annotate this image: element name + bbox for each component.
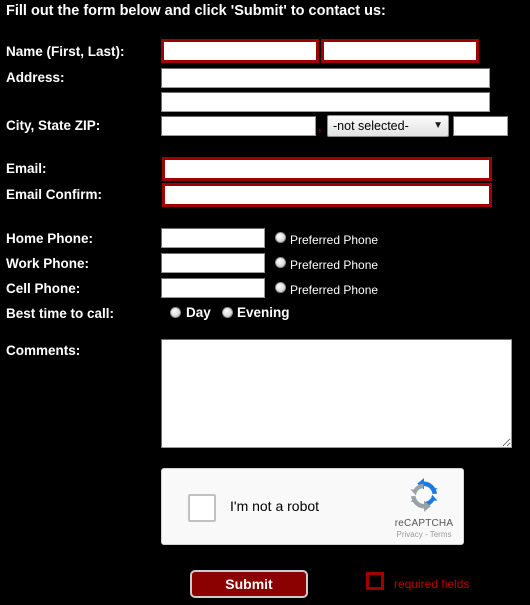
email-confirm-label: Email Confirm: [6, 187, 103, 202]
city-state-zip-label: City, State ZIP: [6, 118, 101, 133]
home-phone-preferred-radio[interactable] [275, 232, 286, 243]
submit-button[interactable]: Submit [190, 570, 308, 598]
cell-phone-input[interactable] [161, 278, 265, 298]
work-phone-input[interactable] [161, 253, 265, 273]
comments-label: Comments: [6, 343, 81, 358]
recaptcha-brand-label: reCAPTCHA [394, 518, 454, 529]
city-input[interactable] [161, 116, 316, 136]
best-time-day-radio[interactable] [170, 307, 181, 318]
address-line2-input[interactable] [161, 92, 490, 112]
recaptcha-logo-icon [410, 478, 438, 512]
home-phone-preferred-label: Preferred Phone [290, 233, 379, 247]
best-time-label: Best time to call: [6, 306, 115, 321]
cell-phone-preferred-label: Preferred Phone [290, 283, 379, 297]
required-fields-note: required fields [394, 577, 470, 591]
cell-phone-preferred-radio[interactable] [275, 282, 286, 293]
required-field-swatch [366, 572, 384, 590]
recaptcha-widget[interactable]: I'm not a robot reCAPTCHA Privacy - Term… [161, 468, 464, 545]
contact-form-page: Fill out the form below and click 'Submi… [0, 0, 530, 605]
recaptcha-branding: reCAPTCHA Privacy - Terms [394, 477, 454, 539]
address-line1-input[interactable] [161, 68, 490, 88]
name-label: Name (First, Last): [6, 44, 125, 59]
best-time-evening-radio[interactable] [222, 307, 233, 318]
email-input[interactable] [162, 157, 492, 181]
home-phone-label: Home Phone: [6, 231, 94, 246]
state-select[interactable]: -not selected- ▼ [327, 115, 449, 137]
recaptcha-terms-link[interactable]: Privacy - Terms [394, 530, 454, 539]
email-label: Email: [6, 161, 47, 176]
work-phone-label: Work Phone: [6, 256, 90, 271]
work-phone-preferred-label: Preferred Phone [290, 258, 379, 272]
first-name-input[interactable] [161, 39, 319, 63]
state-select-value: -not selected- [333, 119, 409, 133]
work-phone-preferred-radio[interactable] [275, 257, 286, 268]
recaptcha-checkbox-label: I'm not a robot [230, 498, 320, 514]
best-time-evening-label: Evening [237, 305, 290, 320]
best-time-day-label: Day [186, 305, 211, 320]
city-state-separator: , [318, 119, 322, 134]
last-name-input[interactable] [321, 39, 479, 63]
zip-input[interactable] [453, 116, 508, 136]
address-label: Address: [6, 70, 65, 85]
cell-phone-label: Cell Phone: [6, 281, 81, 296]
page-title: Fill out the form below and click 'Submi… [6, 3, 386, 19]
comments-textarea[interactable] [161, 339, 512, 448]
email-confirm-input[interactable] [162, 183, 492, 207]
home-phone-input[interactable] [161, 228, 265, 248]
recaptcha-checkbox[interactable] [188, 494, 216, 522]
chevron-down-icon: ▼ [433, 120, 443, 131]
